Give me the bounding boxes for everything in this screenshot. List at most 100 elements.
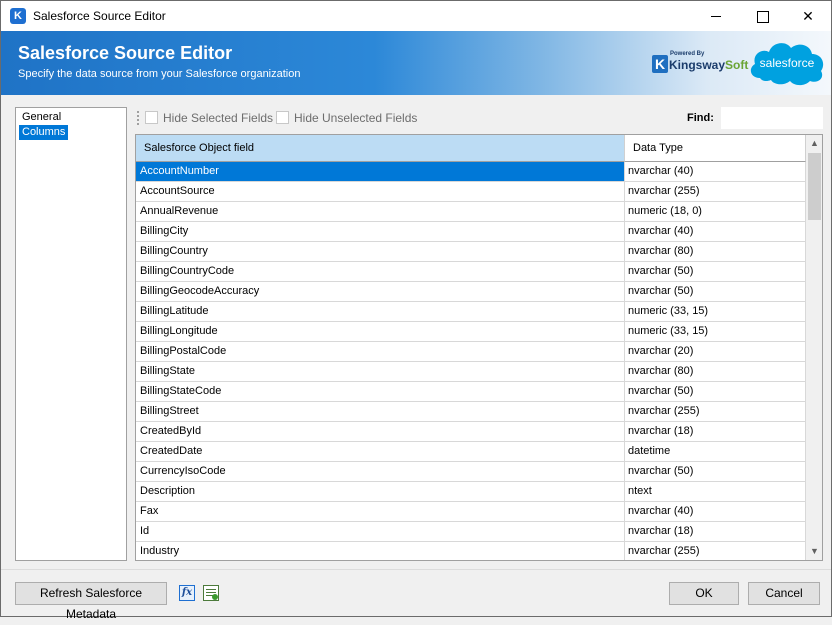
data-type-cell[interactable]: nvarchar (255)	[625, 542, 806, 560]
data-type-cell[interactable]: nvarchar (40)	[625, 222, 806, 241]
app-icon: K	[10, 8, 26, 24]
table-row[interactable]: AnnualRevenue numeric (18, 0)	[136, 202, 806, 222]
table-row[interactable]: CurrencyIsoCode nvarchar (50)	[136, 462, 806, 482]
table-row[interactable]: Description ntext	[136, 482, 806, 502]
vertical-scrollbar[interactable]: ▲ ▼	[806, 135, 822, 560]
grid-header: Salesforce Object field Data Type	[136, 135, 806, 162]
scroll-thumb[interactable]	[808, 153, 821, 220]
cancel-button[interactable]: Cancel	[748, 582, 820, 605]
nav-item-general[interactable]: General	[19, 110, 64, 125]
data-type-cell[interactable]: nvarchar (18)	[625, 522, 806, 541]
field-name-cell[interactable]: BillingLongitude	[136, 322, 625, 341]
table-row[interactable]: BillingLatitude numeric (33, 15)	[136, 302, 806, 322]
field-name-cell[interactable]: BillingCountryCode	[136, 262, 625, 281]
table-row[interactable]: BillingGeocodeAccuracy nvarchar (50)	[136, 282, 806, 302]
salesforce-logo-text: salesforce	[759, 56, 815, 70]
kingsway-text: Kingsway	[669, 58, 726, 72]
grid-rows: AccountNumber nvarchar (40) AccountSource n…	[136, 162, 806, 560]
close-button[interactable]: ✕	[785, 1, 831, 31]
hide-unselected-label[interactable]: Hide Unselected Fields	[294, 111, 417, 125]
refresh-metadata-button[interactable]: Refresh Salesforce Metadata	[15, 582, 167, 621]
kingswaysoft-k-icon: K	[652, 55, 668, 73]
field-name-cell[interactable]: BillingPostalCode	[136, 342, 625, 361]
field-name-cell[interactable]: Description	[136, 482, 625, 501]
expression-fx-icon[interactable]: fx	[179, 585, 195, 601]
field-name-cell[interactable]: BillingGeocodeAccuracy	[136, 282, 625, 301]
data-type-cell[interactable]: nvarchar (50)	[625, 462, 806, 481]
table-row[interactable]: BillingCountry nvarchar (80)	[136, 242, 806, 262]
table-row[interactable]: BillingPostalCode nvarchar (20)	[136, 342, 806, 362]
field-name-cell[interactable]: Id	[136, 522, 625, 541]
table-row[interactable]: AccountNumber nvarchar (40)	[136, 162, 806, 182]
table-row[interactable]: BillingStreet nvarchar (255)	[136, 402, 806, 422]
field-name-cell[interactable]: CurrencyIsoCode	[136, 462, 625, 481]
data-type-cell[interactable]: nvarchar (40)	[625, 502, 806, 521]
data-type-cell[interactable]: numeric (33, 15)	[625, 322, 806, 341]
field-name-cell[interactable]: BillingStateCode	[136, 382, 625, 401]
field-name-cell[interactable]: BillingStreet	[136, 402, 625, 421]
data-type-cell[interactable]: numeric (33, 15)	[625, 302, 806, 321]
header-banner: Salesforce Source Editor Specify the dat…	[1, 31, 831, 95]
editor-window: K Salesforce Source Editor ✕ Salesforce …	[0, 0, 832, 621]
data-type-cell[interactable]: nvarchar (50)	[625, 382, 806, 401]
salesforce-cloud-logo: salesforce	[746, 34, 828, 90]
data-type-cell[interactable]: datetime	[625, 442, 806, 461]
data-type-cell[interactable]: nvarchar (80)	[625, 362, 806, 381]
minimize-button[interactable]	[693, 1, 739, 31]
data-type-cell[interactable]: nvarchar (255)	[625, 182, 806, 201]
scroll-up-icon[interactable]: ▲	[806, 135, 822, 152]
navigation-panel: General Columns	[15, 107, 127, 561]
nav-item-columns[interactable]: Columns	[19, 125, 69, 140]
field-name-cell[interactable]: CreatedDate	[136, 442, 625, 461]
hide-unselected-checkbox[interactable]	[276, 111, 289, 124]
ok-button[interactable]: OK	[669, 582, 739, 605]
column-header-data-type[interactable]: Data Type	[625, 135, 806, 162]
table-row[interactable]: Industry nvarchar (255)	[136, 542, 806, 560]
data-type-cell[interactable]: nvarchar (80)	[625, 242, 806, 261]
banner-title: Salesforce Source Editor	[18, 43, 233, 63]
field-name-cell[interactable]: Fax	[136, 502, 625, 521]
data-type-cell[interactable]: numeric (18, 0)	[625, 202, 806, 221]
field-name-cell[interactable]: BillingState	[136, 362, 625, 381]
field-name-cell[interactable]: CreatedById	[136, 422, 625, 441]
data-type-cell[interactable]: nvarchar (40)	[625, 162, 806, 181]
field-name-cell[interactable]: AccountSource	[136, 182, 625, 201]
table-row[interactable]: CreatedById nvarchar (18)	[136, 422, 806, 442]
table-row[interactable]: BillingStateCode nvarchar (50)	[136, 382, 806, 402]
columns-grid: Salesforce Object field Data Type Accoun…	[135, 134, 823, 561]
data-type-cell[interactable]: nvarchar (20)	[625, 342, 806, 361]
maximize-button[interactable]	[739, 1, 785, 31]
scroll-down-icon[interactable]: ▼	[806, 543, 822, 560]
data-type-cell[interactable]: nvarchar (255)	[625, 402, 806, 421]
field-name-cell[interactable]: AccountNumber	[136, 162, 625, 181]
table-row[interactable]: BillingCity nvarchar (40)	[136, 222, 806, 242]
field-name-cell[interactable]: Industry	[136, 542, 625, 560]
kingswaysoft-logo: K Powered By KingswaySoft	[652, 51, 748, 75]
data-preview-icon[interactable]	[203, 585, 219, 601]
table-row[interactable]: BillingLongitude numeric (33, 15)	[136, 322, 806, 342]
table-row[interactable]: Id nvarchar (18)	[136, 522, 806, 542]
table-row[interactable]: CreatedDate datetime	[136, 442, 806, 462]
field-name-cell[interactable]: BillingCity	[136, 222, 625, 241]
field-name-cell[interactable]: BillingLatitude	[136, 302, 625, 321]
data-type-cell[interactable]: nvarchar (18)	[625, 422, 806, 441]
data-type-cell[interactable]: ntext	[625, 482, 806, 501]
field-name-cell[interactable]: AnnualRevenue	[136, 202, 625, 221]
table-row[interactable]: BillingCountryCode nvarchar (50)	[136, 262, 806, 282]
powered-by-label: Powered By	[670, 51, 705, 57]
table-row[interactable]: AccountSource nvarchar (255)	[136, 182, 806, 202]
column-header-field[interactable]: Salesforce Object field	[136, 135, 625, 162]
find-input[interactable]	[721, 107, 823, 129]
hide-selected-label[interactable]: Hide Selected Fields	[163, 111, 273, 125]
find-label: Find:	[687, 112, 714, 124]
table-row[interactable]: BillingState nvarchar (80)	[136, 362, 806, 382]
data-type-cell[interactable]: nvarchar (50)	[625, 262, 806, 281]
table-row[interactable]: Fax nvarchar (40)	[136, 502, 806, 522]
columns-toolbar: Hide Selected Fields Hide Unselected Fie…	[135, 107, 823, 129]
toolbar-grip[interactable]	[137, 111, 140, 125]
kingswaysoft-name: KingswaySoft	[669, 58, 748, 72]
field-name-cell[interactable]: BillingCountry	[136, 242, 625, 261]
data-type-cell[interactable]: nvarchar (50)	[625, 282, 806, 301]
hide-selected-checkbox[interactable]	[145, 111, 158, 124]
banner-subtitle: Specify the data source from your Salesf…	[18, 68, 301, 80]
